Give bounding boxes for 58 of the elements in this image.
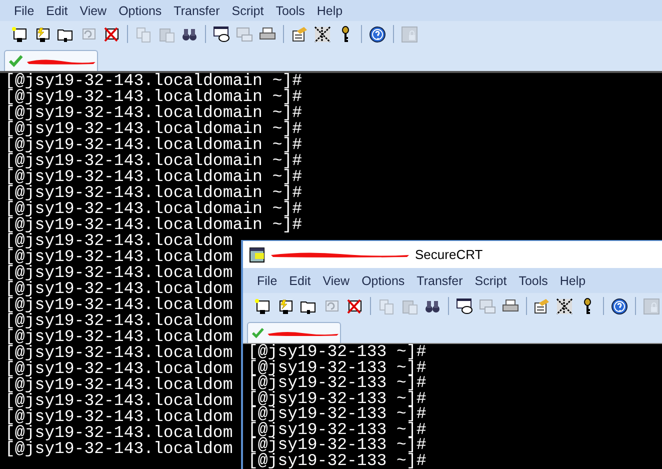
menu-item[interactable]: View [316, 274, 356, 288]
print-setup-icon[interactable] [454, 296, 475, 316]
terminal-line: [@jsy19-32-143.localdomain ~]# [5, 137, 302, 153]
terminal-line: [@jsy19-32-143.localdom [5, 425, 233, 441]
menu-item[interactable]: File [8, 4, 40, 18]
menu-item[interactable]: Script [468, 274, 513, 288]
terminal-line: [@jsy19-32-143.localdom [5, 265, 233, 281]
terminal-line: [@jsy19-32-143.localdomain ~]# [5, 89, 302, 105]
terminal-line: [@jsy19-32-143.localdom [5, 313, 233, 329]
terminal-line: [@jsy19-32-143.localdom [5, 441, 233, 457]
session-tab[interactable] [247, 322, 341, 343]
menu-item[interactable]: Transfer [410, 274, 469, 288]
app-icon [249, 246, 265, 262]
menu-item[interactable]: Tools [270, 4, 311, 18]
window-title: SecureCRT [415, 247, 483, 262]
terminal-line: [@jsy19-32-143.localdom [5, 361, 233, 377]
terminal-line: [@jsy19-32-143.localdomain ~]# [5, 105, 302, 121]
menu-item[interactable]: Edit [40, 4, 74, 18]
keymap-icon[interactable] [312, 24, 333, 44]
terminal-line: [@jsy19-32-133 ~]# [248, 452, 426, 468]
terminal-line: [@jsy19-32-133 ~]# [248, 344, 426, 360]
terminal-line: [@jsy19-32-143.localdomain ~]# [5, 73, 302, 89]
menu-item[interactable]: Transfer [168, 4, 226, 18]
print-setup-icon[interactable] [211, 24, 232, 44]
terminal-line: [@jsy19-32-143.localdom [5, 345, 233, 361]
terminal-line: [@jsy19-32-143.localdomain ~]# [5, 153, 302, 169]
terminal-line: [@jsy19-32-143.localdomain ~]# [5, 201, 302, 217]
terminal-line: [@jsy19-32-143.localdomain ~]# [5, 185, 302, 201]
terminal-line: [@jsy19-32-143.localdom [5, 329, 233, 345]
keymap-icon[interactable] [554, 296, 576, 316]
terminal-line: [@jsy19-32-143.localdom [5, 297, 233, 313]
menu-item[interactable]: Options [112, 4, 168, 18]
terminal-line: [@jsy19-32-133 ~]# [248, 437, 426, 452]
menu-item[interactable]: Help [554, 274, 592, 288]
terminal-line: [@jsy19-32-143.localdom [5, 281, 233, 297]
terminal-line: [@jsy19-32-133 ~]# [248, 390, 426, 406]
terminal-line: [@jsy19-32-143.localdomain ~]# [5, 121, 302, 137]
terminal-line: [@jsy19-32-133 ~]# [248, 360, 426, 375]
help-icon[interactable] [609, 296, 630, 316]
terminal-line: [@jsy19-32-133 ~]# [248, 422, 426, 437]
terminal-line: [@jsy19-32-143.localdom [5, 249, 233, 265]
terminal-line: [@jsy19-32-143.localdom [5, 233, 233, 249]
menu-item[interactable]: Edit [283, 274, 317, 288]
menu-item[interactable]: View [74, 4, 113, 18]
terminal-line: [@jsy19-32-143.localdomain ~]# [5, 169, 302, 185]
menu-item[interactable]: File [251, 274, 284, 288]
terminal-line: [@jsy19-32-143.localdom [5, 393, 233, 409]
menu-item[interactable]: Tools [512, 274, 554, 288]
help-icon[interactable] [367, 24, 388, 44]
terminal-line: [@jsy19-32-133 ~]# [248, 406, 426, 422]
session-tab[interactable] [4, 50, 98, 71]
menu-item[interactable]: Help [310, 4, 349, 18]
terminal-line: [@jsy19-32-143.localdomain ~]# [5, 217, 302, 233]
menu-item[interactable]: Options [356, 274, 411, 288]
terminal-line: [@jsy19-32-133 ~]# [248, 375, 426, 390]
terminal-line: [@jsy19-32-143.localdom [5, 377, 233, 393]
terminal-line: [@jsy19-32-143.localdom [5, 409, 233, 425]
menu-item[interactable]: Script [226, 4, 270, 18]
